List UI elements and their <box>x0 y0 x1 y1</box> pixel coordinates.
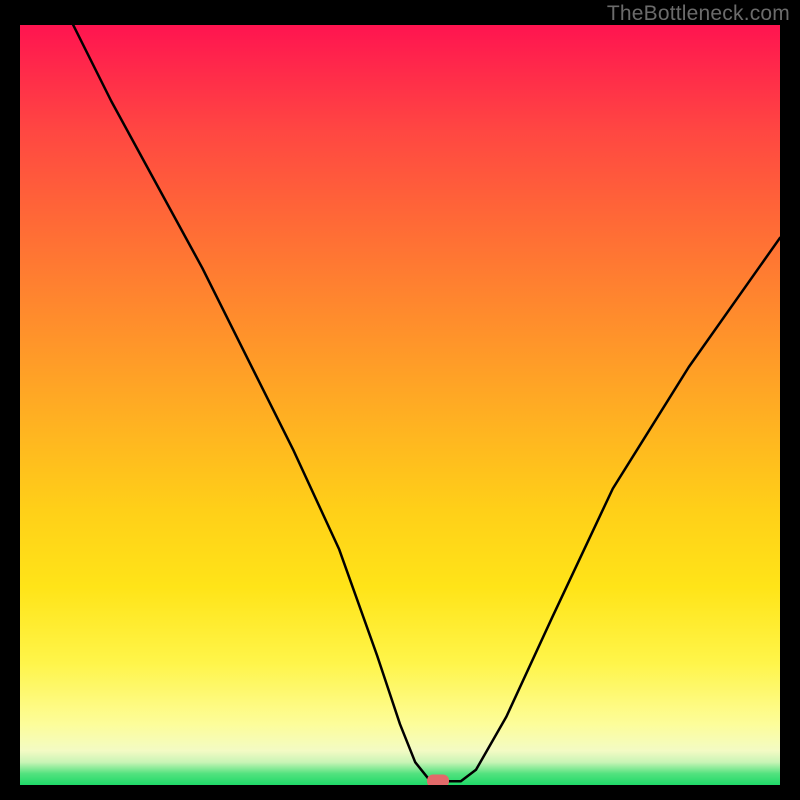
watermark-text: TheBottleneck.com <box>607 2 790 26</box>
optimum-marker <box>427 775 449 785</box>
chart-frame: TheBottleneck.com <box>0 0 800 800</box>
plot-area <box>20 25 780 785</box>
bottleneck-curve <box>20 25 780 785</box>
